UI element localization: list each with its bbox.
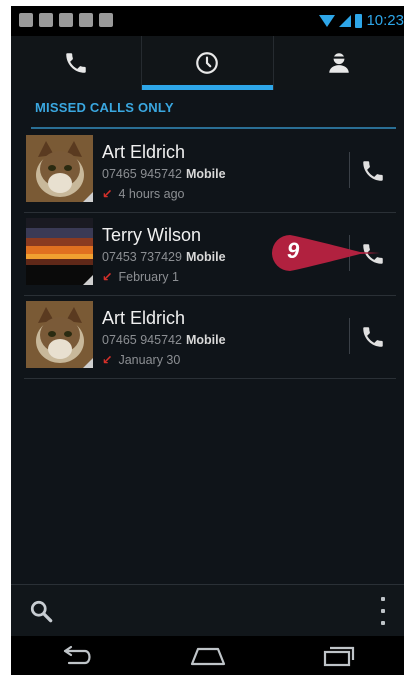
row-divider: [349, 318, 350, 354]
phone-screen: 10:23 MISSED CALLS ONLY Art Eldrich 0746…: [11, 6, 404, 675]
system-navigation-bar: [11, 636, 404, 675]
filter-header[interactable]: MISSED CALLS ONLY: [31, 90, 396, 129]
phone-icon: [363, 327, 383, 347]
store-notification-icon: [99, 13, 113, 27]
back-button[interactable]: [11, 636, 142, 675]
avatar-corner: [83, 358, 93, 368]
call-time-line: ↙ 4 hours ago: [102, 186, 185, 201]
row-divider: [349, 152, 350, 188]
caller-number-line: 07453 737429 Mobile: [102, 250, 226, 264]
tab-contacts[interactable]: [272, 36, 404, 90]
caller-name: Terry Wilson: [102, 225, 202, 245]
back-icon: [63, 645, 91, 664]
search-button[interactable]: [29, 599, 55, 625]
avatar[interactable]: [26, 135, 93, 202]
number-type: Mobile: [185, 167, 226, 181]
filter-label: MISSED CALLS ONLY: [35, 100, 174, 115]
avatar[interactable]: [26, 218, 93, 285]
mail-notification-icon: [39, 13, 53, 27]
battery-icon: [355, 13, 363, 28]
avatar[interactable]: [26, 301, 93, 368]
number-type: Mobile: [185, 250, 226, 264]
bottom-action-bar: [11, 584, 404, 637]
call-time-line: ↙ February 1: [102, 269, 179, 284]
caller-number: 07453 737429: [102, 250, 182, 264]
call-back-button[interactable]: [356, 154, 390, 188]
tab-bar: [11, 36, 404, 90]
overflow-menu-icon: [381, 609, 385, 613]
avatar-corner: [83, 192, 93, 202]
caller-number: 07465 945742: [102, 333, 182, 347]
tab-call-log[interactable]: [141, 36, 273, 90]
search-icon: [30, 600, 53, 623]
caller-number: 07465 945742: [102, 167, 182, 181]
recent-apps-button[interactable]: [273, 636, 404, 675]
call-time: 4 hours ago: [118, 187, 185, 201]
clock-icon: [196, 52, 219, 74]
store-notification-icon: [79, 13, 93, 27]
home-button[interactable]: [142, 636, 273, 675]
call-time: February 1: [118, 270, 179, 284]
recent-apps-icon: [323, 646, 354, 666]
caller-number-line: 07465 945742 Mobile: [102, 167, 226, 181]
missed-call-icon: ↙: [102, 270, 113, 284]
overflow-menu-icon: [381, 621, 385, 625]
step-callout-badge: 9: [270, 233, 382, 273]
phone-icon: [66, 53, 86, 73]
call-row[interactable]: Art Eldrich 07465 945742 Mobile ↙ January …: [24, 296, 396, 379]
status-time: 10:23: [366, 12, 404, 29]
phone-icon: [363, 161, 383, 181]
caller-name: Art Eldrich: [102, 308, 186, 328]
call-back-button[interactable]: [356, 320, 390, 354]
voicemail-notification-icon: [59, 13, 73, 27]
missed-call-icon: ↙: [102, 353, 113, 367]
message-notification-icon: [19, 13, 33, 27]
home-icon: [190, 647, 225, 665]
step-number: 9: [287, 238, 300, 263]
missed-call-icon: ↙: [102, 187, 113, 201]
status-bar: 10:23: [11, 6, 404, 36]
system-indicators: 10:23: [319, 12, 404, 29]
tab-dialer[interactable]: [11, 36, 141, 90]
call-time: January 30: [118, 353, 181, 367]
overflow-menu-icon: [381, 597, 385, 601]
overflow-menu-button[interactable]: [376, 597, 390, 625]
wifi-icon: [319, 14, 336, 27]
call-row[interactable]: Art Eldrich 07465 945742 Mobile ↙ 4 hours …: [24, 130, 396, 213]
signal-icon: [339, 14, 352, 27]
contact-icon: [329, 53, 349, 73]
caller-number-line: 07465 945742 Mobile: [102, 333, 226, 347]
notification-icons: [19, 13, 113, 27]
call-time-line: ↙ January 30: [102, 352, 180, 367]
avatar-corner: [83, 275, 93, 285]
caller-name: Art Eldrich: [102, 142, 186, 162]
number-type: Mobile: [185, 333, 226, 347]
